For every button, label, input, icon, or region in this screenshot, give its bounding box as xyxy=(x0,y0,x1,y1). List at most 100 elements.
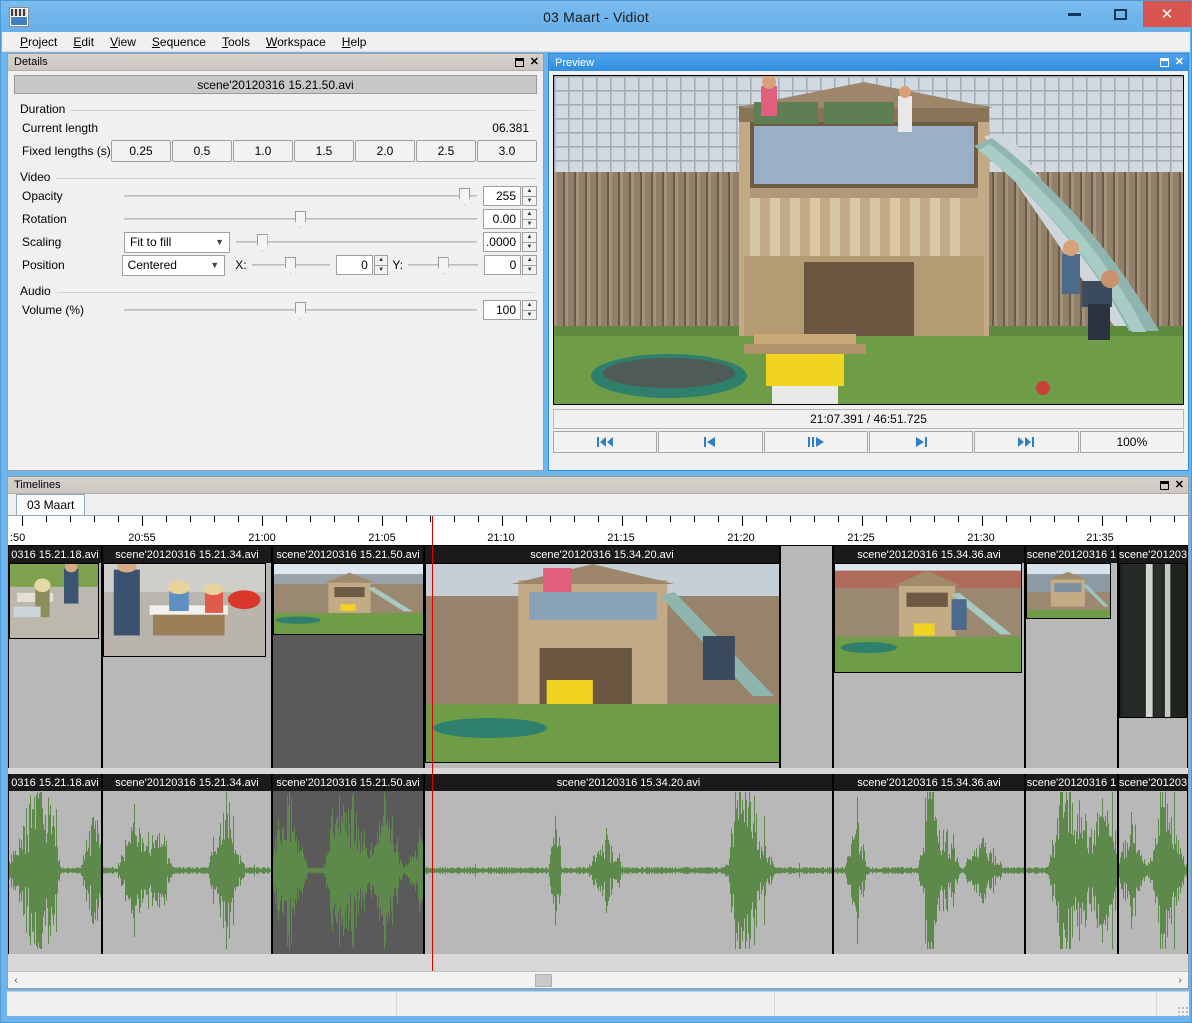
position-mode-select[interactable]: Centered ▼ xyxy=(121,254,226,276)
position-y-slider[interactable] xyxy=(408,254,479,276)
position-y-slider-thumb[interactable] xyxy=(437,257,449,274)
ruler-tick xyxy=(262,516,263,526)
fixed-length-button-0.5[interactable]: 0.5 xyxy=(172,140,232,162)
close-button[interactable]: ✕ xyxy=(1143,1,1191,27)
position-x-slider[interactable] xyxy=(251,254,330,276)
ruler-tick xyxy=(958,516,959,522)
position-x-stepper[interactable]: ▲ ▼ xyxy=(373,255,389,275)
preview-zoom-button[interactable]: 100% xyxy=(1079,431,1184,453)
menu-help[interactable]: Help xyxy=(334,33,375,51)
position-x-slider-thumb[interactable] xyxy=(285,257,297,274)
menu-sequence[interactable]: Sequence xyxy=(144,33,214,51)
menu-edit[interactable]: Edit xyxy=(65,33,102,51)
scaling-stepper[interactable]: ▲ ▼ xyxy=(522,232,537,252)
video-clip[interactable]: scene'20120316 15.34.36.avi xyxy=(833,546,1025,768)
close-icon[interactable]: ✕ xyxy=(1175,57,1184,68)
rotation-value[interactable]: 0.00 xyxy=(483,209,521,229)
menu-workspace[interactable]: Workspace xyxy=(258,33,334,51)
video-clip[interactable]: 0316 15.21.18.avi xyxy=(8,546,102,768)
audio-clip-label: scene'20120316 15.21.50.avi xyxy=(273,774,423,791)
opacity-slider[interactable] xyxy=(124,185,477,207)
audio-clip[interactable]: scene'20120316 15.21.34.avi xyxy=(102,774,272,954)
tab-03-maart[interactable]: 03 Maart xyxy=(16,494,86,515)
scaling-slider[interactable] xyxy=(236,231,477,253)
position-x-label: X: xyxy=(235,258,247,272)
audio-clip[interactable]: scene'20120316 15.34.20.avi xyxy=(424,774,833,954)
float-icon[interactable] xyxy=(514,57,524,67)
rotation-slider-thumb[interactable] xyxy=(295,211,306,228)
rotation-stepper[interactable]: ▲ ▼ xyxy=(522,209,537,229)
scroll-right-arrow-icon[interactable]: › xyxy=(1172,975,1188,986)
timeline-hscrollbar[interactable]: ‹ › xyxy=(8,971,1188,988)
timeline-ruler[interactable]: :50 20:55 21:00 21:05 21:10 21:15 21:20 21:25 21… xyxy=(8,516,1188,546)
skip-to-start-button[interactable] xyxy=(553,431,658,453)
close-icon[interactable]: ✕ xyxy=(530,56,539,67)
volume-stepper[interactable]: ▲ ▼ xyxy=(522,300,537,320)
details-file-name: scene'20120316 15.21.50.avi xyxy=(14,75,537,94)
play-button[interactable] xyxy=(763,431,868,453)
float-icon[interactable] xyxy=(1159,58,1169,67)
audio-track[interactable]: 0316 15.21.18.avi scene'20120316 15.21.34… xyxy=(8,774,1188,954)
audio-clip[interactable]: scene'20120316 1 xyxy=(1025,774,1118,954)
maximize-button[interactable] xyxy=(1097,1,1143,27)
timeline-playhead[interactable] xyxy=(432,546,433,971)
preview-frame-image xyxy=(554,76,1183,404)
video-clip[interactable]: scene'20120316 15.21.50.avi xyxy=(272,546,424,768)
fixed-length-button-3.0[interactable]: 3.0 xyxy=(477,140,537,162)
rotation-slider[interactable] xyxy=(124,208,477,230)
video-clip[interactable]: scene'20120316 15.21.34.avi xyxy=(102,546,272,768)
position-y-stepper[interactable]: ▲ ▼ xyxy=(522,255,537,275)
opacity-value[interactable]: 255 xyxy=(483,186,521,206)
audio-clip[interactable]: scene'201203 xyxy=(1118,774,1188,954)
audio-waveform xyxy=(1026,791,1117,954)
details-panel-titlebar: Details ✕ xyxy=(8,54,543,71)
ruler-tick xyxy=(742,516,743,526)
video-clip[interactable]: scene'201203 xyxy=(1118,546,1188,768)
scroll-thumb[interactable] xyxy=(535,974,552,987)
fixed-length-button-0.25[interactable]: 0.25 xyxy=(111,140,171,162)
scaling-value[interactable]: .0000 xyxy=(483,232,521,252)
close-icon[interactable]: ✕ xyxy=(1175,479,1184,490)
volume-slider-thumb[interactable] xyxy=(295,302,306,319)
video-clip-thumbnail xyxy=(103,563,266,657)
preview-video-display[interactable] xyxy=(553,75,1184,405)
scroll-left-arrow-icon[interactable]: ‹ xyxy=(8,975,24,986)
ruler-tick xyxy=(718,516,719,522)
menu-view[interactable]: View xyxy=(102,33,144,51)
audio-clip[interactable]: 0316 15.21.18.avi xyxy=(8,774,102,954)
menu-project[interactable]: Project xyxy=(12,33,65,51)
opacity-slider-thumb[interactable] xyxy=(459,188,471,205)
ruler-tick xyxy=(286,516,287,522)
video-clip[interactable]: scene'20120316 1 xyxy=(1025,546,1118,768)
audio-waveform xyxy=(1119,791,1187,954)
audio-clip[interactable]: scene'20120316 15.21.50.avi xyxy=(272,774,424,954)
skip-to-end-button[interactable] xyxy=(974,431,1079,453)
video-track[interactable]: 0316 15.21.18.avi scene'20120316 15.21.34… xyxy=(8,546,1188,768)
next-frame-button[interactable] xyxy=(868,431,974,453)
menu-tools[interactable]: Tools xyxy=(214,33,258,51)
fixed-length-button-2.0[interactable]: 2.0 xyxy=(355,140,415,162)
video-clip[interactable]: scene'20120316 15.34.20.avi xyxy=(424,546,780,768)
fixed-length-button-2.5[interactable]: 2.5 xyxy=(416,140,476,162)
opacity-stepper[interactable]: ▲ ▼ xyxy=(522,186,537,206)
ruler-label: 21:05 xyxy=(368,532,396,544)
timelines-panel-title: Timelines xyxy=(14,479,61,491)
minimize-button[interactable] xyxy=(1051,1,1097,27)
fixed-length-button-1.5[interactable]: 1.5 xyxy=(294,140,354,162)
audio-clip[interactable]: scene'20120316 15.34.36.avi xyxy=(833,774,1025,954)
fixed-length-button-1.0[interactable]: 1.0 xyxy=(233,140,293,162)
volume-value[interactable]: 100 xyxy=(483,300,521,320)
ruler-playhead[interactable] xyxy=(432,516,433,545)
position-y-value[interactable]: 0 xyxy=(484,255,522,275)
ruler-tick xyxy=(934,516,935,522)
resize-grip-icon[interactable] xyxy=(1177,1006,1189,1016)
volume-slider[interactable] xyxy=(124,299,477,321)
ruler-tick xyxy=(142,516,143,526)
scaling-slider-thumb[interactable] xyxy=(256,234,268,251)
timeline-tracks[interactable]: 0316 15.21.18.avi scene'20120316 15.21.34… xyxy=(8,546,1188,971)
video-clip[interactable] xyxy=(780,546,833,768)
position-x-value[interactable]: 0 xyxy=(335,255,373,275)
scaling-mode-select[interactable]: Fit to fill ▼ xyxy=(124,231,230,253)
float-icon[interactable] xyxy=(1159,480,1169,490)
previous-frame-button[interactable] xyxy=(658,431,763,453)
